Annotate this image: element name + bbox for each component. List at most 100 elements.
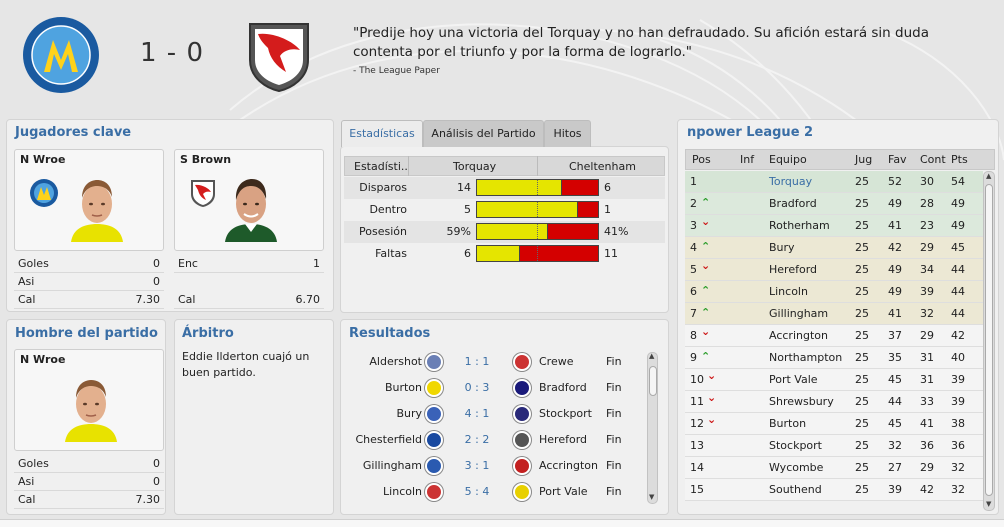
player-photo-brown xyxy=(225,179,277,242)
league-pos: 7 xyxy=(690,307,697,320)
league-row[interactable]: 6 ⌃ Lincoln 25 49 39 44 xyxy=(685,281,983,303)
league-played: 25 xyxy=(855,197,869,210)
result-row[interactable]: Lincoln 5 : 4 Port Vale Fin xyxy=(344,479,644,505)
league-pos: 12 xyxy=(690,417,704,430)
motm-card[interactable]: N Wroe xyxy=(14,349,164,451)
trend-up-icon: ⌃ xyxy=(701,196,711,209)
league-row[interactable]: 9 ⌃ Northampton 25 35 31 40 xyxy=(685,347,983,369)
league-against: 33 xyxy=(920,395,934,408)
stats-header: Estadísti.. Torquay Cheltenham xyxy=(344,156,665,176)
stat-label: Disparos xyxy=(359,181,407,194)
league-row[interactable]: 2 ⌃ Bradford 25 49 28 49 xyxy=(685,193,983,215)
tab-analisis[interactable]: Análisis del Partido xyxy=(423,120,544,147)
key-player-away-name: S Brown xyxy=(180,153,232,166)
stat-row: Cal 7.30 xyxy=(14,491,164,509)
league-team[interactable]: Torquay xyxy=(769,175,812,188)
league-against: 39 xyxy=(920,285,934,298)
league-row[interactable]: 11 ⌄ Shrewsbury 25 44 33 39 xyxy=(685,391,983,413)
league-row[interactable]: 13 Stockport 25 32 36 36 xyxy=(685,435,983,457)
result-score[interactable]: 3 : 1 xyxy=(454,459,500,472)
league-played: 25 xyxy=(855,395,869,408)
cheltenham-crest-icon xyxy=(249,23,309,92)
result-score[interactable]: 4 : 1 xyxy=(454,407,500,420)
league-row[interactable]: 1 Torquay 25 52 30 54 xyxy=(685,171,983,193)
result-score[interactable]: 5 : 4 xyxy=(454,485,500,498)
col-pts[interactable]: Pts xyxy=(951,153,968,166)
league-row[interactable]: 15 Southend 25 39 42 32 xyxy=(685,479,983,501)
league-scroll-thumb[interactable] xyxy=(985,184,993,496)
result-score[interactable]: 1 : 1 xyxy=(454,355,500,368)
result-status: Fin xyxy=(606,459,622,472)
stat-label: Enc xyxy=(178,257,198,270)
league-row[interactable]: 8 ⌄ Accrington 25 37 29 42 xyxy=(685,325,983,347)
scroll-down-icon[interactable]: ▼ xyxy=(986,500,991,508)
league-played: 25 xyxy=(855,439,869,452)
league-for: 32 xyxy=(888,439,902,452)
league-against: 31 xyxy=(920,351,934,364)
league-row[interactable]: 7 ⌃ Gillingham 25 41 32 44 xyxy=(685,303,983,325)
league-row[interactable]: 3 ⌄ Rotherham 25 41 23 49 xyxy=(685,215,983,237)
league-played: 25 xyxy=(855,329,869,342)
results-scroll-thumb[interactable] xyxy=(649,366,657,396)
col-pos[interactable]: Pos xyxy=(692,153,711,166)
key-player-home-name: N Wroe xyxy=(20,153,66,166)
league-team: Bury xyxy=(769,241,795,254)
tab-estadisticas[interactable]: Estadísticas xyxy=(341,120,423,147)
result-row[interactable]: Burton 0 : 3 Bradford Fin xyxy=(344,375,644,401)
stat-bar-home xyxy=(477,246,520,261)
stat-row: Dentro 5 1 xyxy=(344,199,665,221)
stat-bar xyxy=(476,179,599,196)
league-row[interactable]: 10 ⌄ Port Vale 25 45 31 39 xyxy=(685,369,983,391)
result-row[interactable]: Chesterfield 2 : 2 Hereford Fin xyxy=(344,427,644,453)
scroll-down-icon[interactable]: ▼ xyxy=(649,493,654,501)
league-row[interactable]: 14 Wycombe 25 27 29 32 xyxy=(685,457,983,479)
league-team: Stockport xyxy=(769,439,822,452)
motm-title: Hombre del partido xyxy=(15,326,158,341)
league-row[interactable]: 5 ⌄ Hereford 25 49 34 44 xyxy=(685,259,983,281)
stat-label: Asi xyxy=(18,275,35,288)
result-row[interactable]: Gillingham 3 : 1 Accrington Fin xyxy=(344,453,644,479)
stat-row: Goles 0 xyxy=(14,255,164,273)
key-player-away-card[interactable]: S Brown xyxy=(174,149,324,251)
trend-up-icon: ⌃ xyxy=(701,240,711,253)
league-played: 25 xyxy=(855,285,869,298)
stat-label: Posesión xyxy=(359,225,407,238)
result-home-team: Chesterfield xyxy=(355,433,423,446)
col-jug[interactable]: Jug xyxy=(855,153,872,166)
match-header: 1 - 0 "Predije hoy una victoria del Torq… xyxy=(0,0,1004,112)
stat-value: 0 xyxy=(153,475,160,488)
league-played: 25 xyxy=(855,307,869,320)
league-scrollbar[interactable]: ▲ ▼ xyxy=(983,171,995,511)
league-row[interactable]: 12 ⌄ Burton 25 45 41 38 xyxy=(685,413,983,435)
result-home-team: Aldershot xyxy=(369,355,422,368)
league-row[interactable]: 4 ⌃ Bury 25 42 29 45 xyxy=(685,237,983,259)
league-team: Hereford xyxy=(769,263,818,276)
col-equipo[interactable]: Equipo xyxy=(769,153,807,166)
col-cont[interactable]: Cont xyxy=(920,153,946,166)
result-row[interactable]: Aldershot 1 : 1 Crewe Fin xyxy=(344,349,644,375)
league-for: 42 xyxy=(888,241,902,254)
press-quote: "Predije hoy una victoria del Torquay y … xyxy=(353,25,929,60)
col-fav[interactable]: Fav xyxy=(888,153,907,166)
scroll-up-icon[interactable]: ▲ xyxy=(986,172,991,180)
scroll-up-icon[interactable]: ▲ xyxy=(649,352,654,360)
stat-row: Disparos 14 6 xyxy=(344,177,665,199)
league-played: 25 xyxy=(855,175,869,188)
league-points: 36 xyxy=(951,439,965,452)
stat-value: 1 xyxy=(313,257,320,270)
league-team: Southend xyxy=(769,483,822,496)
key-player-home-card[interactable]: N Wroe xyxy=(14,149,164,251)
league-team: Wycombe xyxy=(769,461,824,474)
tab-hitos[interactable]: Hitos xyxy=(544,120,591,147)
result-score[interactable]: 2 : 2 xyxy=(454,433,500,446)
col-inf[interactable]: Inf xyxy=(740,153,754,166)
results-scrollbar[interactable]: ▲ ▼ xyxy=(647,352,658,504)
result-status: Fin xyxy=(606,355,622,368)
stat-bar-home xyxy=(477,202,578,217)
league-against: 30 xyxy=(920,175,934,188)
result-score[interactable]: 0 : 3 xyxy=(454,381,500,394)
result-away-team: Hereford xyxy=(539,433,588,446)
result-row[interactable]: Bury 4 : 1 Stockport Fin xyxy=(344,401,644,427)
result-home-team: Burton xyxy=(384,381,422,394)
referee-title: Árbitro xyxy=(182,326,234,341)
